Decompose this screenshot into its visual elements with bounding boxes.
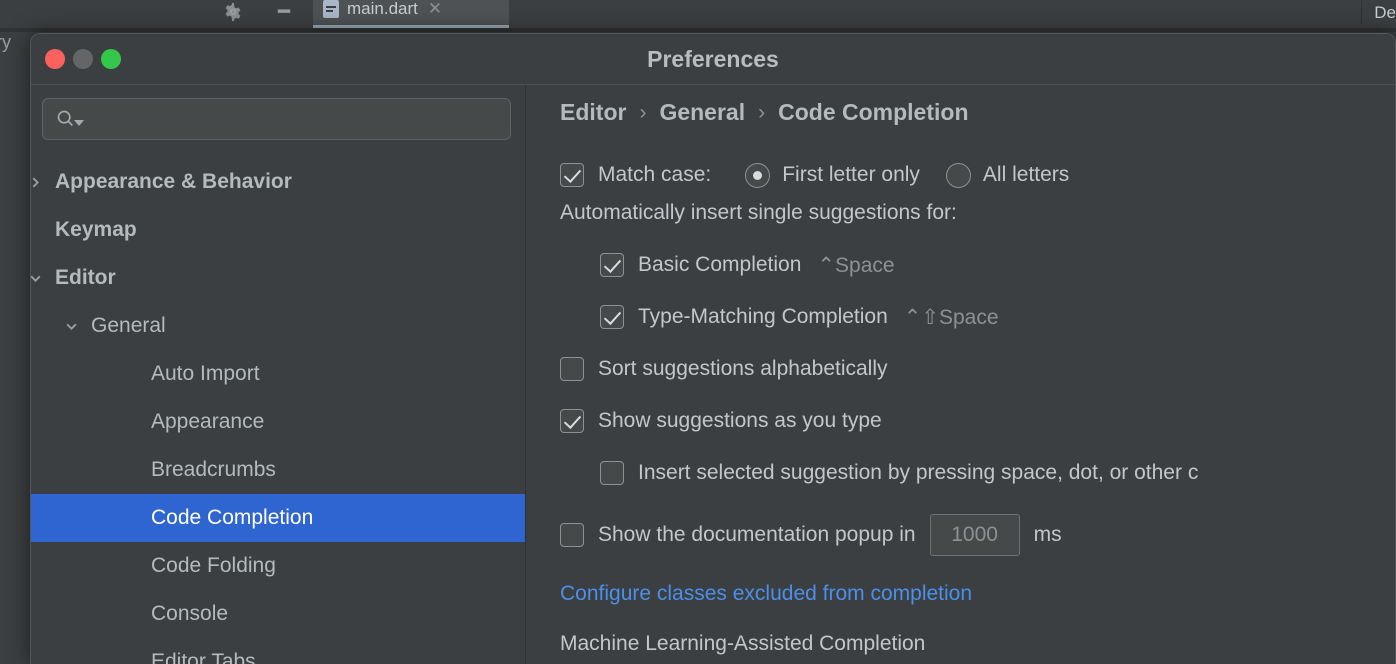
- insert-selected-checkbox[interactable]: [600, 461, 624, 485]
- first-letter-only-radio[interactable]: [745, 162, 771, 188]
- breadcrumb-part-editor[interactable]: Editor: [560, 99, 626, 126]
- all-letters-label: All letters: [982, 163, 1070, 186]
- search-input[interactable]: [92, 108, 498, 130]
- sidebar-item-keymap[interactable]: Keymap: [31, 206, 525, 254]
- ide-device-label[interactable]: De: [1361, 0, 1396, 25]
- sidebar-item-breadcrumbs[interactable]: Breadcrumbs: [31, 446, 525, 494]
- auto-insert-heading: Automatically insert single suggestions …: [560, 201, 957, 224]
- match-case-checkbox[interactable]: [560, 163, 584, 187]
- sidebar-item-label: Keymap: [55, 218, 137, 241]
- insert-selected-row: Insert selected suggestion by pressing s…: [560, 454, 1395, 492]
- sidebar-item-console[interactable]: Console: [31, 590, 525, 638]
- window-controls: [45, 49, 121, 69]
- ide-toolbar: ━ main.dart ✕ De: [0, 0, 1396, 29]
- page-title: Preferences: [647, 45, 779, 72]
- sidebar-item-label: Appearance: [151, 410, 265, 433]
- zoom-window-button[interactable]: [101, 49, 121, 69]
- breadcrumb-part-general[interactable]: General: [659, 99, 745, 126]
- match-case-label: Match case:: [598, 163, 712, 186]
- configure-excluded-classes-link[interactable]: Configure classes excluded from completi…: [560, 582, 972, 606]
- close-window-button[interactable]: [45, 49, 65, 69]
- dialog-body: Appearance & Behavior Keymap Editor Gene…: [31, 85, 1395, 664]
- sidebar-item-general[interactable]: General: [31, 302, 525, 350]
- settings-content: Editor › General › Code Completion Match…: [526, 85, 1395, 664]
- sidebar-item-code-completion[interactable]: Code Completion: [31, 494, 525, 542]
- doc-popup-label: Show the documentation popup in: [598, 523, 916, 546]
- sidebar-item-label: Editor Tabs: [151, 650, 256, 664]
- basic-completion-checkbox[interactable]: [600, 253, 624, 277]
- search-box[interactable]: [42, 98, 511, 140]
- doc-popup-checkbox[interactable]: [560, 523, 584, 547]
- basic-completion-row: Basic Completion ⌃Space: [560, 246, 1395, 284]
- ml-assisted-completion-heading: Machine Learning-Assisted Completion: [560, 632, 926, 655]
- basic-completion-label: Basic Completion: [638, 253, 802, 276]
- all-letters-radio[interactable]: [945, 162, 971, 188]
- search-icon: [55, 108, 84, 130]
- ide-toolbar-divider: [0, 28, 1396, 32]
- ide-left-partial-label: ory: [0, 32, 12, 52]
- show-as-you-type-label: Show suggestions as you type: [598, 409, 882, 432]
- editor-tab-main-dart[interactable]: main.dart ✕: [313, 0, 509, 28]
- minimize-window-button[interactable]: [73, 49, 93, 69]
- chevron-right-icon: ›: [758, 100, 766, 124]
- sidebar-item-auto-import[interactable]: Auto Import: [31, 350, 525, 398]
- sort-alphabetically-row: Sort suggestions alphabetically: [560, 350, 1395, 388]
- minimize-icon[interactable]: ━: [268, 2, 300, 22]
- sort-alphabetically-checkbox[interactable]: [560, 357, 584, 381]
- dialog-titlebar: Preferences: [31, 34, 1395, 85]
- sort-alphabetically-label: Sort suggestions alphabetically: [598, 357, 888, 380]
- sidebar-item-label: General: [91, 314, 166, 337]
- auto-insert-heading-row: Automatically insert single suggestions …: [560, 194, 1395, 232]
- chevron-down-icon: [74, 119, 84, 126]
- type-matching-completion-checkbox[interactable]: [600, 305, 624, 329]
- file-icon: [323, 0, 339, 18]
- sidebar-item-label: Code Folding: [151, 554, 276, 577]
- breadcrumb: Editor › General › Code Completion: [560, 99, 1395, 126]
- basic-completion-shortcut: ⌃Space: [817, 253, 895, 277]
- doc-popup-delay-input[interactable]: [929, 514, 1020, 556]
- first-letter-only-label: First letter only: [782, 163, 920, 186]
- chevron-down-icon[interactable]: [65, 320, 91, 333]
- doc-popup-unit-label: ms: [1033, 523, 1062, 546]
- chevron-right-icon[interactable]: [31, 176, 55, 189]
- settings-sidebar: Appearance & Behavior Keymap Editor Gene…: [31, 85, 526, 664]
- sidebar-item-label: Console: [151, 602, 229, 625]
- type-matching-completion-shortcut: ⌃⇧Space: [903, 305, 999, 329]
- show-as-you-type-row: Show suggestions as you type: [560, 402, 1395, 440]
- sidebar-item-editor-tabs[interactable]: Editor Tabs: [31, 638, 525, 664]
- type-matching-completion-row: Type-Matching Completion ⌃⇧Space: [560, 298, 1395, 336]
- settings-tree: Appearance & Behavior Keymap Editor Gene…: [31, 158, 525, 664]
- close-icon[interactable]: ✕: [428, 0, 442, 17]
- sidebar-item-label: Appearance & Behavior: [55, 170, 292, 193]
- gear-icon[interactable]: [220, 0, 246, 24]
- type-matching-completion-label: Type-Matching Completion: [638, 305, 888, 328]
- breadcrumb-part-code-completion: Code Completion: [778, 99, 969, 125]
- sidebar-item-appearance[interactable]: Appearance: [31, 398, 525, 446]
- chevron-right-icon: ›: [639, 100, 647, 124]
- search-container: [31, 85, 525, 140]
- sidebar-item-label: Auto Import: [151, 362, 260, 385]
- preferences-dialog: Preferences Appearance & Behavior Keymap…: [30, 33, 1396, 664]
- sidebar-item-label: Code Completion: [151, 506, 314, 529]
- sidebar-item-code-folding[interactable]: Code Folding: [31, 542, 525, 590]
- sidebar-item-appearance-behavior[interactable]: Appearance & Behavior: [31, 158, 525, 206]
- sidebar-item-label: Editor: [55, 266, 116, 289]
- sidebar-item-editor[interactable]: Editor: [31, 254, 525, 302]
- match-case-row: Match case: First letter only All letter…: [560, 156, 1395, 194]
- doc-popup-row: Show the documentation popup in ms: [560, 514, 1395, 556]
- show-as-you-type-checkbox[interactable]: [560, 409, 584, 433]
- sidebar-item-label: Breadcrumbs: [151, 458, 276, 481]
- chevron-down-icon[interactable]: [31, 272, 55, 285]
- editor-tab-label: main.dart: [347, 0, 418, 18]
- insert-selected-label: Insert selected suggestion by pressing s…: [638, 461, 1199, 484]
